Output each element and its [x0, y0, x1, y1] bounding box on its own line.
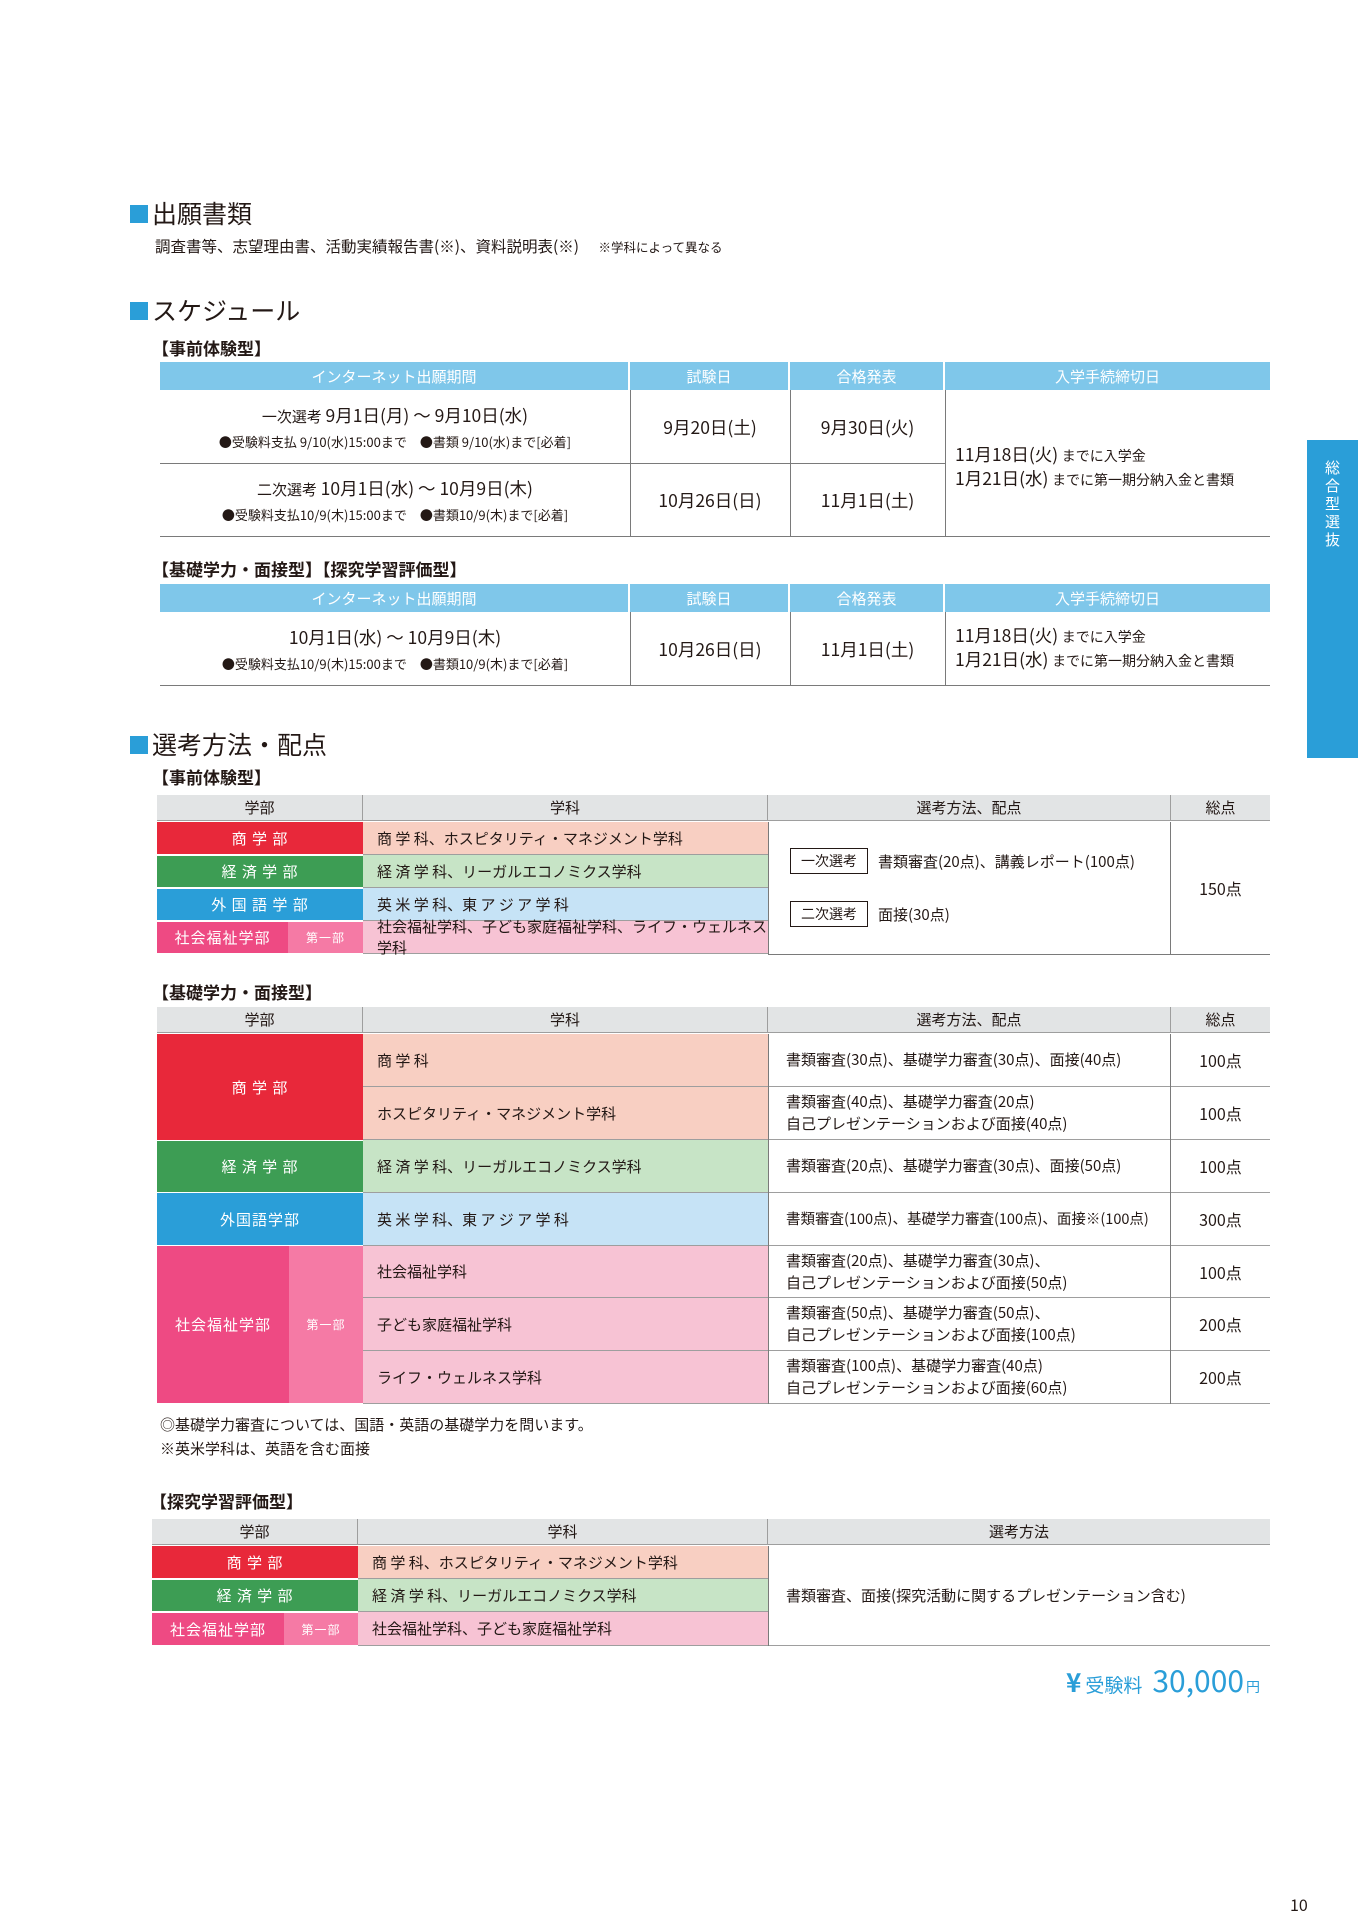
documents-heading: 出願書類	[130, 201, 252, 226]
faculty-economics: 経 済 学 部	[157, 856, 363, 887]
schedule-round1-result: 9月30日(火)	[820, 414, 915, 440]
schedule-jizen-header: インターネット出願期間 試験日 合格発表 入学手続締切日	[160, 362, 1270, 390]
dept-row: ホスピタリティ・マネジメント学科	[363, 1087, 768, 1140]
square-bullet-icon	[130, 301, 148, 320]
stage2-method: 二次選考 面接(30点)	[790, 901, 950, 927]
faculty-division-label: 第一部	[289, 1246, 363, 1403]
dept-row: 商 学 科、ホスピタリティ・マネジメント学科	[358, 1546, 768, 1579]
kiso-notes: ◎基礎学力審査については、国語・英語の基礎学力を問います。 ※英米学科は、英語を…	[160, 1414, 593, 1459]
selection-tankyu-label: 【探究学習評価型】	[150, 1488, 303, 1513]
dept-row: 経 済 学 科、リーガルエコノミクス学科	[358, 1579, 768, 1612]
method-cell: 書類審査(20点)、基礎学力審査(30点)、面接(50点)	[768, 1140, 1171, 1193]
schedule-heading: スケジュール	[130, 298, 300, 323]
table-rule	[768, 1034, 769, 1404]
stage1-method: 一次選考 書類審査(20点)、講義レポート(100点)	[790, 848, 1135, 874]
selection-jizen-label: 【事前体験型】	[152, 764, 271, 789]
schedule-kiso-label: 【基礎学力・面接型】【探究学習評価型】	[152, 556, 467, 581]
schedule-round2-period: 二次選考 10月1日(水) ～ 10月9日(木) ●受験料支払10/9(木)15…	[221, 476, 569, 524]
dept-row: ライフ・ウェルネス学科	[363, 1351, 768, 1404]
faculty-economics: 経 済 学 部	[157, 1141, 363, 1192]
table-rule	[630, 390, 631, 536]
table-rule	[768, 954, 1270, 955]
dept-row: 商 学 科、ホスピタリティ・マネジメント学科	[363, 822, 768, 855]
schedule-round1-exam: 9月20日(土)	[663, 414, 757, 440]
total-score: 300点	[1171, 1193, 1270, 1246]
method-cell: 書類審査(30点)、基礎学力審査(30点)、面接(40点)	[768, 1034, 1171, 1087]
dept-row: 経 済 学 科、リーガルエコノミクス学科	[363, 855, 768, 888]
side-tab: 総合型選抜	[1307, 440, 1358, 758]
faculty-economics: 経 済 学 部	[152, 1580, 358, 1611]
schedule-round2-exam: 10月26日(日)	[658, 487, 762, 513]
table-rule	[1170, 1034, 1171, 1404]
dept-row: 社会福祉学科、子ども家庭福祉学科、ライフ・ウェルネス学科	[363, 916, 768, 958]
schedule-jizen-deadline: 11月18日(火) までに入学金 1月21日(水) までに第一期分納入金と書類	[955, 442, 1235, 491]
faculty-division-label: 第一部	[284, 1613, 358, 1645]
faculty-social-welfare: 社会福祉学部	[157, 1246, 289, 1403]
faculty-commerce: 商 学 部	[157, 1034, 363, 1140]
faculty-social-welfare: 社会福祉学部	[157, 922, 288, 953]
faculty-social-welfare: 社会福祉学部	[152, 1613, 284, 1645]
table-rule	[630, 612, 631, 685]
stage1-badge: 一次選考	[790, 848, 868, 874]
square-bullet-icon	[130, 735, 148, 754]
total-score: 200点	[1171, 1351, 1270, 1404]
table-rule	[768, 1546, 769, 1646]
faculty-division-label: 第一部	[288, 922, 363, 953]
total-score: 100点	[1171, 1140, 1270, 1193]
total-score: 100点	[1171, 1087, 1270, 1140]
table-rule	[1170, 822, 1171, 955]
selection-heading: 選考方法・配点	[130, 732, 327, 757]
selection-kiso-label: 【基礎学力・面接型】	[152, 979, 322, 1004]
total-score: 100点	[1171, 1034, 1270, 1087]
table-rule	[768, 822, 769, 955]
dept-row: 経 済 学 科、リーガルエコノミクス学科	[363, 1140, 768, 1193]
total-score: 150点	[1171, 822, 1270, 955]
dept-row: 社会福祉学科	[363, 1246, 768, 1298]
total-score: 100点	[1171, 1246, 1270, 1298]
schedule-round2-result: 11月1日(土)	[820, 487, 915, 513]
stage2-badge: 二次選考	[790, 901, 868, 927]
dept-row: 商 学 科	[363, 1034, 768, 1087]
dept-row: 英 米 学 科、東 ア ジ ア 学 科	[363, 1193, 768, 1246]
schedule-jizen-label: 【事前体験型】	[152, 335, 271, 360]
dept-row: 社会福祉学科、子ども家庭福祉学科	[358, 1612, 768, 1646]
square-bullet-icon	[130, 204, 148, 223]
table-rule	[160, 463, 945, 464]
faculty-foreign-languages: 外国語学部	[157, 1193, 363, 1245]
schedule-kiso-exam: 10月26日(日)	[658, 636, 762, 662]
method-cell: 書類審査(50点)、基礎学力審査(50点)、 自己プレゼンテーションおよび面接(1…	[768, 1298, 1171, 1351]
documents-list: 調査書等、志望理由書、活動実績報告書(※)、資料説明表(※) ※学科によって異な…	[155, 235, 723, 257]
dept-row: 子ども家庭福祉学科	[363, 1298, 768, 1351]
faculty-commerce: 商 学 部	[152, 1546, 358, 1578]
method-cell: 書類審査、面接(探究活動に関するプレゼンテーション含む)	[768, 1546, 1270, 1646]
faculty-foreign-languages: 外 国 語 学 部	[157, 889, 363, 920]
schedule-kiso-header: インターネット出願期間 試験日 合格発表 入学手続締切日	[160, 584, 1270, 612]
page-number: 10	[1290, 1892, 1308, 1916]
table-rule	[160, 536, 1270, 537]
table-rule	[945, 390, 946, 536]
total-score: 200点	[1171, 1298, 1270, 1351]
faculty-commerce: 商 学 部	[157, 822, 363, 854]
schedule-round1-period: 一次選考 9月1日(月) ～ 9月10日(水) ●受験料支払 9/10(水)15…	[218, 403, 572, 451]
exam-fee: ¥ 受験料 30,000 円	[1066, 1657, 1260, 1701]
table-rule	[790, 390, 791, 536]
schedule-kiso-result: 11月1日(土)	[820, 636, 915, 662]
method-cell: 書類審査(100点)、基礎学力審査(100点)、面接※(100点)	[768, 1193, 1171, 1246]
table-rule	[790, 612, 791, 685]
method-cell: 書類審査(100点)、基礎学力審査(40点) 自己プレゼンテーションおよび面接(6…	[768, 1351, 1171, 1404]
method-cell: 書類審査(20点)、基礎学力審査(30点)、 自己プレゼンテーションおよび面接(5…	[768, 1246, 1171, 1298]
method-cell: 書類審査(40点)、基礎学力審査(20点) 自己プレゼンテーションおよび面接(40…	[768, 1087, 1171, 1140]
selection-jizen-header: 学部 学科 選考方法、配点 総点	[157, 795, 1270, 821]
schedule-kiso-deadline: 11月18日(火) までに入学金 1月21日(水) までに第一期分納入金と書類	[955, 623, 1235, 672]
table-rule	[160, 685, 1270, 686]
selection-tankyu-header: 学部 学科 選考方法	[152, 1519, 1270, 1545]
table-rule	[945, 612, 946, 685]
yen-icon: ¥	[1066, 1663, 1082, 1700]
selection-kiso-header: 学部 学科 選考方法、配点 総点	[157, 1007, 1270, 1033]
schedule-kiso-period: 10月1日(水) ～ 10月9日(木) ●受験料支払10/9(木)15:00まで…	[221, 625, 569, 673]
